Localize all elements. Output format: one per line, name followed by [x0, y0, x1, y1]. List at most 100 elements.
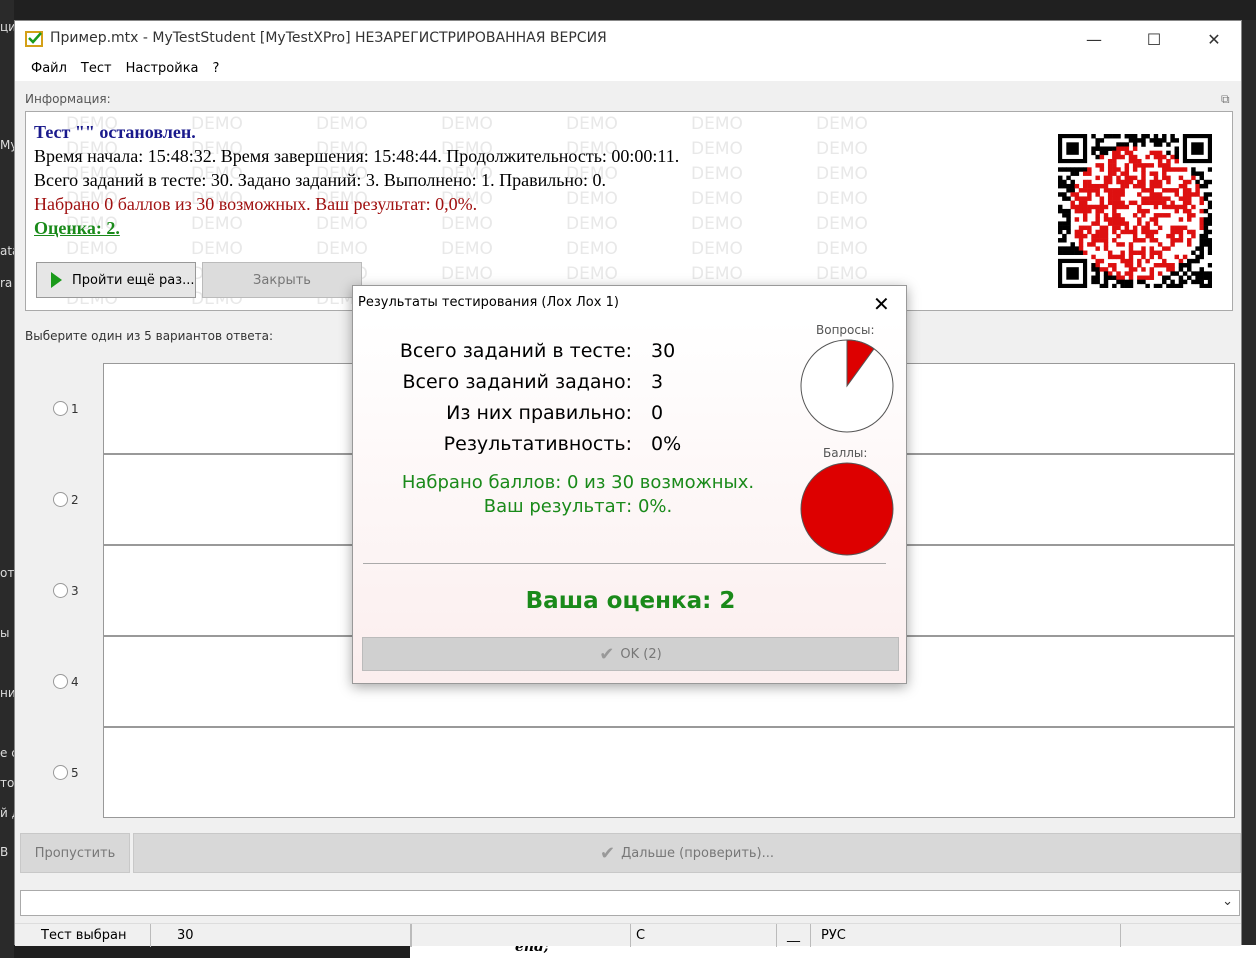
play-icon	[51, 272, 62, 288]
minimize-button[interactable]: —	[1065, 21, 1123, 57]
stat-value: 30	[651, 340, 676, 362]
desktop-top-strip	[0, 0, 1256, 20]
status-count: 30	[151, 924, 411, 947]
stat-label: Всего заданий задано:	[402, 371, 632, 393]
demo-watermark-text: DEMO	[191, 239, 243, 259]
info-panel: DEMO DEMO DEMO DEMO DEMO DEMO DEMO DEMO DEMO DEMO…	[25, 111, 1233, 311]
option-number: 1	[71, 401, 79, 416]
status-bar: Тест выбран 30 C __ РУС	[15, 923, 1241, 947]
app-check-icon	[25, 31, 43, 47]
answer-option-4[interactable]: 4	[53, 674, 79, 689]
retry-button-label: Пройти ещё раз...	[72, 272, 195, 288]
stat-value: 3	[651, 371, 664, 393]
answer-option-3[interactable]: 3	[53, 583, 79, 598]
demo-watermark-text: DEMO	[816, 164, 868, 184]
status-selected: Тест выбран	[15, 924, 151, 947]
points-pie-slice	[800, 462, 894, 556]
stat-label: Из них правильно:	[446, 402, 632, 424]
radio-button[interactable]	[53, 492, 68, 507]
close-icon[interactable]: ✕	[873, 292, 890, 316]
demo-watermark-text: DEMO	[691, 164, 743, 184]
time-line: Время начала: 15:48:32. Время завершения…	[34, 146, 680, 166]
qr-code	[1058, 134, 1212, 288]
demo-watermark-text: DEMO	[691, 214, 743, 234]
questions-chart-label: Вопросы:	[816, 323, 875, 337]
next-button-label: Дальше (проверить)...	[621, 845, 775, 861]
option-number: 4	[71, 674, 79, 689]
demo-watermark-text: DEMO	[816, 189, 868, 209]
menu-file[interactable]: Файл	[24, 57, 74, 81]
demo-watermark-text: DEMO	[441, 239, 493, 259]
menu-settings[interactable]: Настройка	[119, 57, 206, 81]
radio-button[interactable]	[53, 674, 68, 689]
close-info-button[interactable]: Закрыть	[202, 262, 362, 298]
background-snippet: то	[0, 776, 15, 790]
demo-watermark-text: DEMO	[691, 239, 743, 259]
skip-button[interactable]: Пропустить	[20, 833, 130, 873]
retry-button[interactable]: Пройти ещё раз...	[36, 262, 196, 298]
info-label: Информация:	[25, 92, 111, 106]
stat-label: Всего заданий в тесте:	[399, 340, 632, 362]
status-underscore: __	[777, 924, 811, 947]
questions-pie-chart	[800, 339, 894, 433]
dialog-body: Всего заданий в тесте: 30 Всего заданий …	[353, 320, 906, 683]
window-title: Пример.mtx - MyTestStudent [MyTestXPro] …	[50, 30, 607, 46]
demo-watermark-text: DEMO	[816, 239, 868, 259]
option-number: 2	[71, 492, 79, 507]
menu-test[interactable]: Тест	[74, 57, 119, 81]
results-dialog: Результаты тестирования (Лох Лох 1) ✕ Вс…	[352, 285, 907, 684]
ok-button[interactable]: ✔ OK (2)	[362, 637, 899, 671]
radio-button[interactable]	[53, 583, 68, 598]
count-line: Всего заданий в тесте: 30. Задано задани…	[34, 170, 607, 190]
stat-label: Результативность:	[443, 433, 632, 455]
combo-box[interactable]: ⌄	[20, 890, 1240, 916]
demo-watermark-text: DEMO	[566, 239, 618, 259]
demo-watermark-text: DEMO	[66, 239, 118, 259]
demo-watermark-text: DEMO	[691, 139, 743, 159]
radio-button[interactable]	[53, 765, 68, 780]
radio-button[interactable]	[53, 401, 68, 416]
score-line: Набрано 0 баллов из 30 возможных. Ваш ре…	[34, 194, 478, 214]
question-instruction: Выберите один из 5 вариантов ответа:	[25, 329, 274, 343]
answer-option-2[interactable]: 2	[53, 492, 79, 507]
demo-watermark-text: DEMO	[316, 239, 368, 259]
score-summary-line: Набрано баллов: 0 из 30 возможных.	[401, 472, 755, 493]
close-button[interactable]: ✕	[1185, 21, 1243, 57]
dialog-divider	[363, 563, 886, 564]
info-text: Тест "" остановлен. Время начала: 15:48:…	[34, 120, 679, 240]
dialog-title: Результаты тестирования (Лох Лох 1)	[358, 295, 619, 310]
demo-watermark-text: DEMO	[816, 214, 868, 234]
demo-watermark-text: DEMO	[691, 114, 743, 134]
background-snippet: ы	[0, 626, 10, 640]
points-chart-label: Баллы:	[823, 446, 868, 460]
background-snippet: В	[0, 845, 9, 859]
demo-watermark-text: DEMO	[816, 139, 868, 159]
option-number: 3	[71, 583, 79, 598]
background-snippet: ra	[0, 276, 13, 290]
result-summary-line: Ваш результат: 0%.	[483, 496, 673, 517]
test-status-line: Тест "" остановлен.	[34, 122, 196, 142]
maximize-button[interactable]: ☐	[1125, 21, 1183, 57]
stat-value: 0	[651, 402, 664, 424]
menu-help[interactable]: ?	[206, 57, 227, 81]
status-c: C	[631, 924, 777, 947]
demo-watermark-text: DEMO	[691, 189, 743, 209]
option-number: 5	[71, 765, 79, 780]
menu-bar: Файл Тест Настройка ?	[15, 57, 1241, 81]
answer-option-5[interactable]: 5	[53, 765, 79, 780]
grade-line: Оценка: 2.	[34, 218, 120, 238]
ok-button-label: OK (2)	[620, 646, 662, 662]
chevron-down-icon[interactable]: ⌄	[1222, 894, 1233, 909]
answer-box-5[interactable]	[103, 727, 1235, 818]
title-bar[interactable]: Пример.mtx - MyTestStudent [MyTestXPro] …	[15, 21, 1241, 57]
status-lang: РУС	[811, 924, 1121, 947]
stat-value: 0%	[651, 433, 682, 455]
background-snippet: от	[0, 566, 15, 580]
next-button[interactable]: ✔ Дальше (проверить)...	[133, 833, 1241, 873]
expand-icon[interactable]: ⧉	[1221, 92, 1230, 107]
desktop-right-strip	[1242, 20, 1256, 950]
answer-option-1[interactable]: 1	[53, 401, 79, 416]
demo-row: DEMO DEMO DEMO DEMO DEMO DEMO DEMO	[66, 239, 966, 264]
final-grade: Ваша оценка: 2	[525, 588, 736, 614]
points-pie-chart	[800, 462, 894, 556]
